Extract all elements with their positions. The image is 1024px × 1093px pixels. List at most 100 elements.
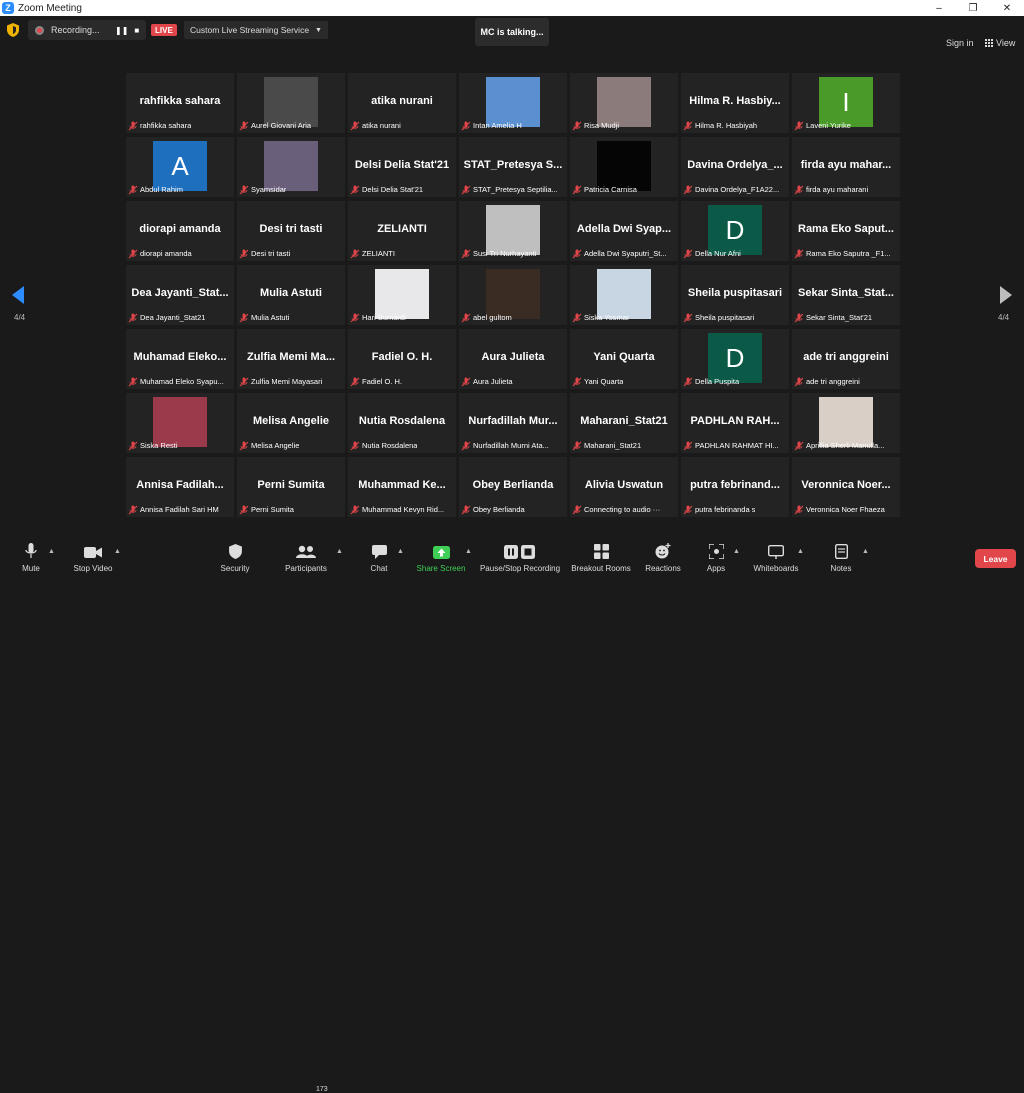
share-screen-button[interactable]: Share Screen bbox=[416, 539, 466, 576]
chat-button[interactable]: Chat bbox=[368, 539, 390, 576]
participant-tile[interactable]: Syamsidar bbox=[237, 137, 345, 197]
signin-link[interactable]: Sign in bbox=[946, 38, 974, 48]
view-button[interactable]: View bbox=[985, 38, 1015, 48]
participant-tile[interactable]: Aprillia Sherli Manulla... bbox=[792, 393, 900, 453]
participant-tile[interactable]: A Abdul Rahim bbox=[126, 137, 234, 197]
participant-tile[interactable]: Fadiel O. H. Fadiel O. H. bbox=[348, 329, 456, 389]
participant-name-label: ZELIANTI bbox=[350, 248, 395, 259]
participant-tile[interactable]: ZELIANTI ZELIANTI bbox=[348, 201, 456, 261]
participant-tile[interactable]: Susi Tri Nurhayanti bbox=[459, 201, 567, 261]
participant-tile[interactable]: Delsi Delia Stat'21 Delsi Delia Stat'21 bbox=[348, 137, 456, 197]
participant-tile[interactable]: Adella Dwi Syap... Adella Dwi Syaputri_St… bbox=[570, 201, 678, 261]
window-title: Zoom Meeting bbox=[18, 2, 82, 14]
breakout-rooms-icon bbox=[593, 544, 609, 559]
reactions-button[interactable]: Reactions bbox=[644, 539, 682, 576]
security-button[interactable]: Security bbox=[219, 539, 251, 576]
security-shield-icon[interactable] bbox=[7, 23, 19, 37]
leave-button[interactable]: Leave bbox=[975, 549, 1016, 568]
participant-tile[interactable]: Nutia Rosdalena Nutia Rosdalena bbox=[348, 393, 456, 453]
participant-tile[interactable]: STAT_Pretesya S... STAT_Pretesya Septilia… bbox=[459, 137, 567, 197]
participant-tile[interactable]: Davina Ordelya_... Davina Ordelya_F1A22..… bbox=[681, 137, 789, 197]
participant-tile[interactable]: diorapi amanda diorapi amanda bbox=[126, 201, 234, 261]
participant-tile[interactable]: Desi tri tasti Desi tri tasti bbox=[237, 201, 345, 261]
participant-tile[interactable]: PADHLAN RAH... PADHLAN RAHMAT HI... bbox=[681, 393, 789, 453]
participant-tile[interactable]: Patricia Carnisa bbox=[570, 137, 678, 197]
participant-name-label: Nurfadillah Murni Ata... bbox=[461, 440, 549, 451]
participant-tile[interactable]: Zulfia Memi Ma... Zulfia Memi Mayasari bbox=[237, 329, 345, 389]
participant-tile[interactable]: Muhamad Eleko... Muhamad Eleko Syapu... bbox=[126, 329, 234, 389]
participant-tile[interactable]: Veronnica Noer... Veronnica Noer Fhaeza bbox=[792, 457, 900, 517]
mute-button[interactable]: Mute bbox=[18, 539, 44, 576]
participant-tile[interactable]: abel gultom bbox=[459, 265, 567, 325]
participant-display-name: Nurfadillah Mur... bbox=[468, 415, 558, 427]
share-options-caret-icon[interactable]: ▲ bbox=[465, 548, 472, 555]
participant-tile[interactable]: Yani Quarta Yani Quarta bbox=[570, 329, 678, 389]
pause-recording-icon[interactable]: ❚❚ bbox=[115, 26, 128, 35]
pause-stop-recording-label: Pause/Stop Recording bbox=[479, 564, 561, 573]
stop-video-button[interactable]: Stop Video bbox=[70, 539, 116, 576]
breakout-rooms-button[interactable]: Breakout Rooms bbox=[570, 539, 632, 576]
whiteboards-button[interactable]: Whiteboards bbox=[750, 539, 802, 576]
chat-options-caret-icon[interactable]: ▲ bbox=[397, 548, 404, 555]
participants-options-caret-icon[interactable]: ▲ bbox=[336, 548, 343, 555]
participant-tile[interactable]: Melisa Angelie Melisa Angelie bbox=[237, 393, 345, 453]
participant-display-name: ZELIANTI bbox=[377, 223, 427, 235]
participant-tile[interactable]: ade tri anggreini ade tri anggreini bbox=[792, 329, 900, 389]
whiteboards-options-caret-icon[interactable]: ▲ bbox=[797, 548, 804, 555]
participant-name-label: Sheila puspitasari bbox=[683, 312, 754, 323]
participant-tile[interactable]: I Laveni Yurike bbox=[792, 73, 900, 133]
participants-button[interactable]: Participants bbox=[283, 539, 329, 576]
participant-tile[interactable]: Siska Yosmar bbox=[570, 265, 678, 325]
participant-tile[interactable]: D Della Nur Afni bbox=[681, 201, 789, 261]
participant-tile[interactable]: Alivia Uswatun Connecting to audio ··· bbox=[570, 457, 678, 517]
close-window-button[interactable]: ✕ bbox=[990, 0, 1024, 16]
participant-name: Delsi Delia Stat'21 bbox=[362, 185, 424, 194]
participant-name: Della Puspita bbox=[695, 377, 740, 386]
participant-tile[interactable]: Sekar Sinta_Stat... Sekar Sinta_Stat'21 bbox=[792, 265, 900, 325]
minimize-button[interactable]: – bbox=[922, 0, 956, 16]
next-page-arrow-icon[interactable] bbox=[1000, 286, 1012, 304]
participant-tile[interactable]: Intan Amelia H bbox=[459, 73, 567, 133]
stop-recording-icon[interactable]: ■ bbox=[134, 26, 139, 35]
participant-tile[interactable]: Nurfadillah Mur... Nurfadillah Murni Ata.… bbox=[459, 393, 567, 453]
video-options-caret-icon[interactable]: ▲ bbox=[114, 548, 121, 555]
participant-tile[interactable]: putra febrinand... putra febrinanda s bbox=[681, 457, 789, 517]
participant-name: Sheila puspitasari bbox=[695, 313, 755, 322]
participant-tile[interactable]: Annisa Fadilah... Annisa Fadilah Sari HM bbox=[126, 457, 234, 517]
participant-tile[interactable]: Aura Julieta Aura Julieta bbox=[459, 329, 567, 389]
participant-tile[interactable]: Perni Sumita Perni Sumita bbox=[237, 457, 345, 517]
participant-tile[interactable]: D Della Puspita bbox=[681, 329, 789, 389]
participant-tile[interactable]: rahfikka sahara rahfikka sahara bbox=[126, 73, 234, 133]
live-badge[interactable]: LIVE bbox=[151, 24, 177, 36]
participant-tile[interactable]: Sheila puspitasari Sheila puspitasari bbox=[681, 265, 789, 325]
apps-options-caret-icon[interactable]: ▲ bbox=[733, 548, 740, 555]
participant-tile[interactable]: Aurel Giovani Aria bbox=[237, 73, 345, 133]
participant-name-label: Delsi Delia Stat'21 bbox=[350, 184, 423, 195]
participant-tile[interactable]: Rama Eko Saput... Rama Eko Saputra _F1... bbox=[792, 201, 900, 261]
participant-tile[interactable]: Hilma R. Hasbiy... Hilma R. Hasbiyah bbox=[681, 73, 789, 133]
participant-tile[interactable]: Dea Jayanti_Stat... Dea Jayanti_Stat21 bbox=[126, 265, 234, 325]
participant-tile[interactable]: Maharani_Stat21 Maharani_Stat21 bbox=[570, 393, 678, 453]
muted-mic-icon bbox=[683, 505, 693, 514]
participant-tile[interactable]: Risa Mudji bbox=[570, 73, 678, 133]
participant-gallery: rahfikka sahara rahfikka sahara Aurel Giov… bbox=[126, 73, 900, 517]
participant-name-label: Yani Quarta bbox=[572, 376, 623, 387]
participant-name: Sekar Sinta_Stat'21 bbox=[806, 313, 873, 322]
apps-button[interactable]: Apps bbox=[704, 539, 728, 576]
participant-tile[interactable]: Siska Resti bbox=[126, 393, 234, 453]
maximize-button[interactable]: ❐ bbox=[956, 0, 990, 16]
shield-icon bbox=[228, 544, 242, 559]
participant-tile[interactable]: atika nurani atika nurani bbox=[348, 73, 456, 133]
audio-options-caret-icon[interactable]: ▲ bbox=[48, 548, 55, 555]
previous-page-arrow-icon[interactable] bbox=[12, 286, 24, 304]
participant-tile[interactable]: Obey Berlianda Obey Berlianda bbox=[459, 457, 567, 517]
live-stream-dropdown[interactable]: Custom Live Streaming Service ▼ bbox=[184, 21, 328, 39]
more-options-caret-icon[interactable]: ▲ bbox=[862, 548, 869, 555]
participant-tile[interactable]: Muhammad Ke... Muhammad Kevyn Rid... bbox=[348, 457, 456, 517]
participant-tile[interactable]: firda ayu mahar... firda ayu maharani bbox=[792, 137, 900, 197]
participant-name: Hilma R. Hasbiyah bbox=[695, 121, 758, 130]
participant-tile[interactable]: Hari Sumardi bbox=[348, 265, 456, 325]
notes-button[interactable]: Notes bbox=[828, 539, 854, 576]
participant-tile[interactable]: Mulia Astuti Mulia Astuti bbox=[237, 265, 345, 325]
pause-stop-recording-button[interactable]: Pause/Stop Recording bbox=[478, 539, 562, 576]
